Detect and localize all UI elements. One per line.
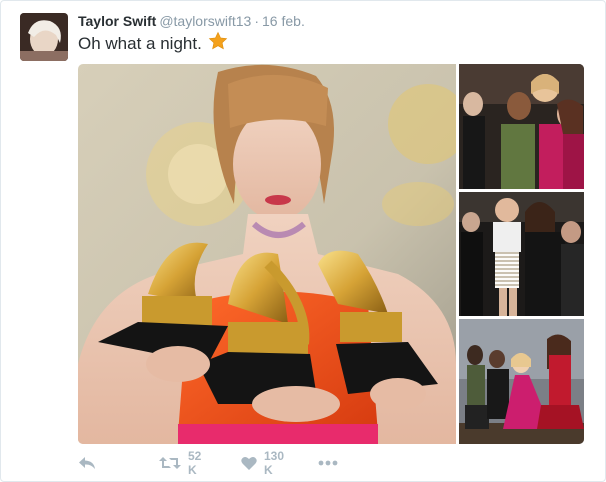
separator-dot: ·	[254, 13, 260, 29]
heart-icon	[241, 456, 257, 471]
author-handle[interactable]: @taylorswift13	[159, 13, 251, 29]
tweet-card[interactable]: Taylor Swift @taylorswift13 · 16 feb. Oh wh…	[0, 0, 606, 482]
media-grid[interactable]	[78, 64, 584, 444]
photo-main[interactable]	[78, 64, 456, 444]
tweet-text-content: Oh what a night.	[78, 34, 202, 53]
tweet-header: Taylor Swift @taylorswift13 · 16 feb.	[78, 12, 305, 30]
star-emoji-icon	[208, 31, 228, 57]
avatar[interactable]	[20, 13, 68, 61]
reply-icon	[78, 455, 96, 471]
retweet-button[interactable]: 52 K	[159, 449, 201, 477]
tweet-text: Oh what a night.	[78, 31, 228, 57]
reply-button[interactable]	[78, 453, 96, 473]
retweet-count: 52 K	[188, 449, 202, 477]
like-count: 130 K	[264, 449, 285, 477]
more-dots-icon	[318, 460, 338, 466]
more-button[interactable]	[318, 453, 338, 473]
like-button[interactable]: 130 K	[241, 449, 284, 477]
photo-dancing[interactable]	[459, 192, 584, 316]
photo-group-pose[interactable]	[459, 319, 584, 444]
photo-party-group[interactable]	[459, 64, 584, 189]
tweet-date[interactable]: 16 feb.	[262, 13, 305, 29]
author-name[interactable]: Taylor Swift	[78, 13, 156, 29]
retweet-icon	[159, 455, 181, 471]
